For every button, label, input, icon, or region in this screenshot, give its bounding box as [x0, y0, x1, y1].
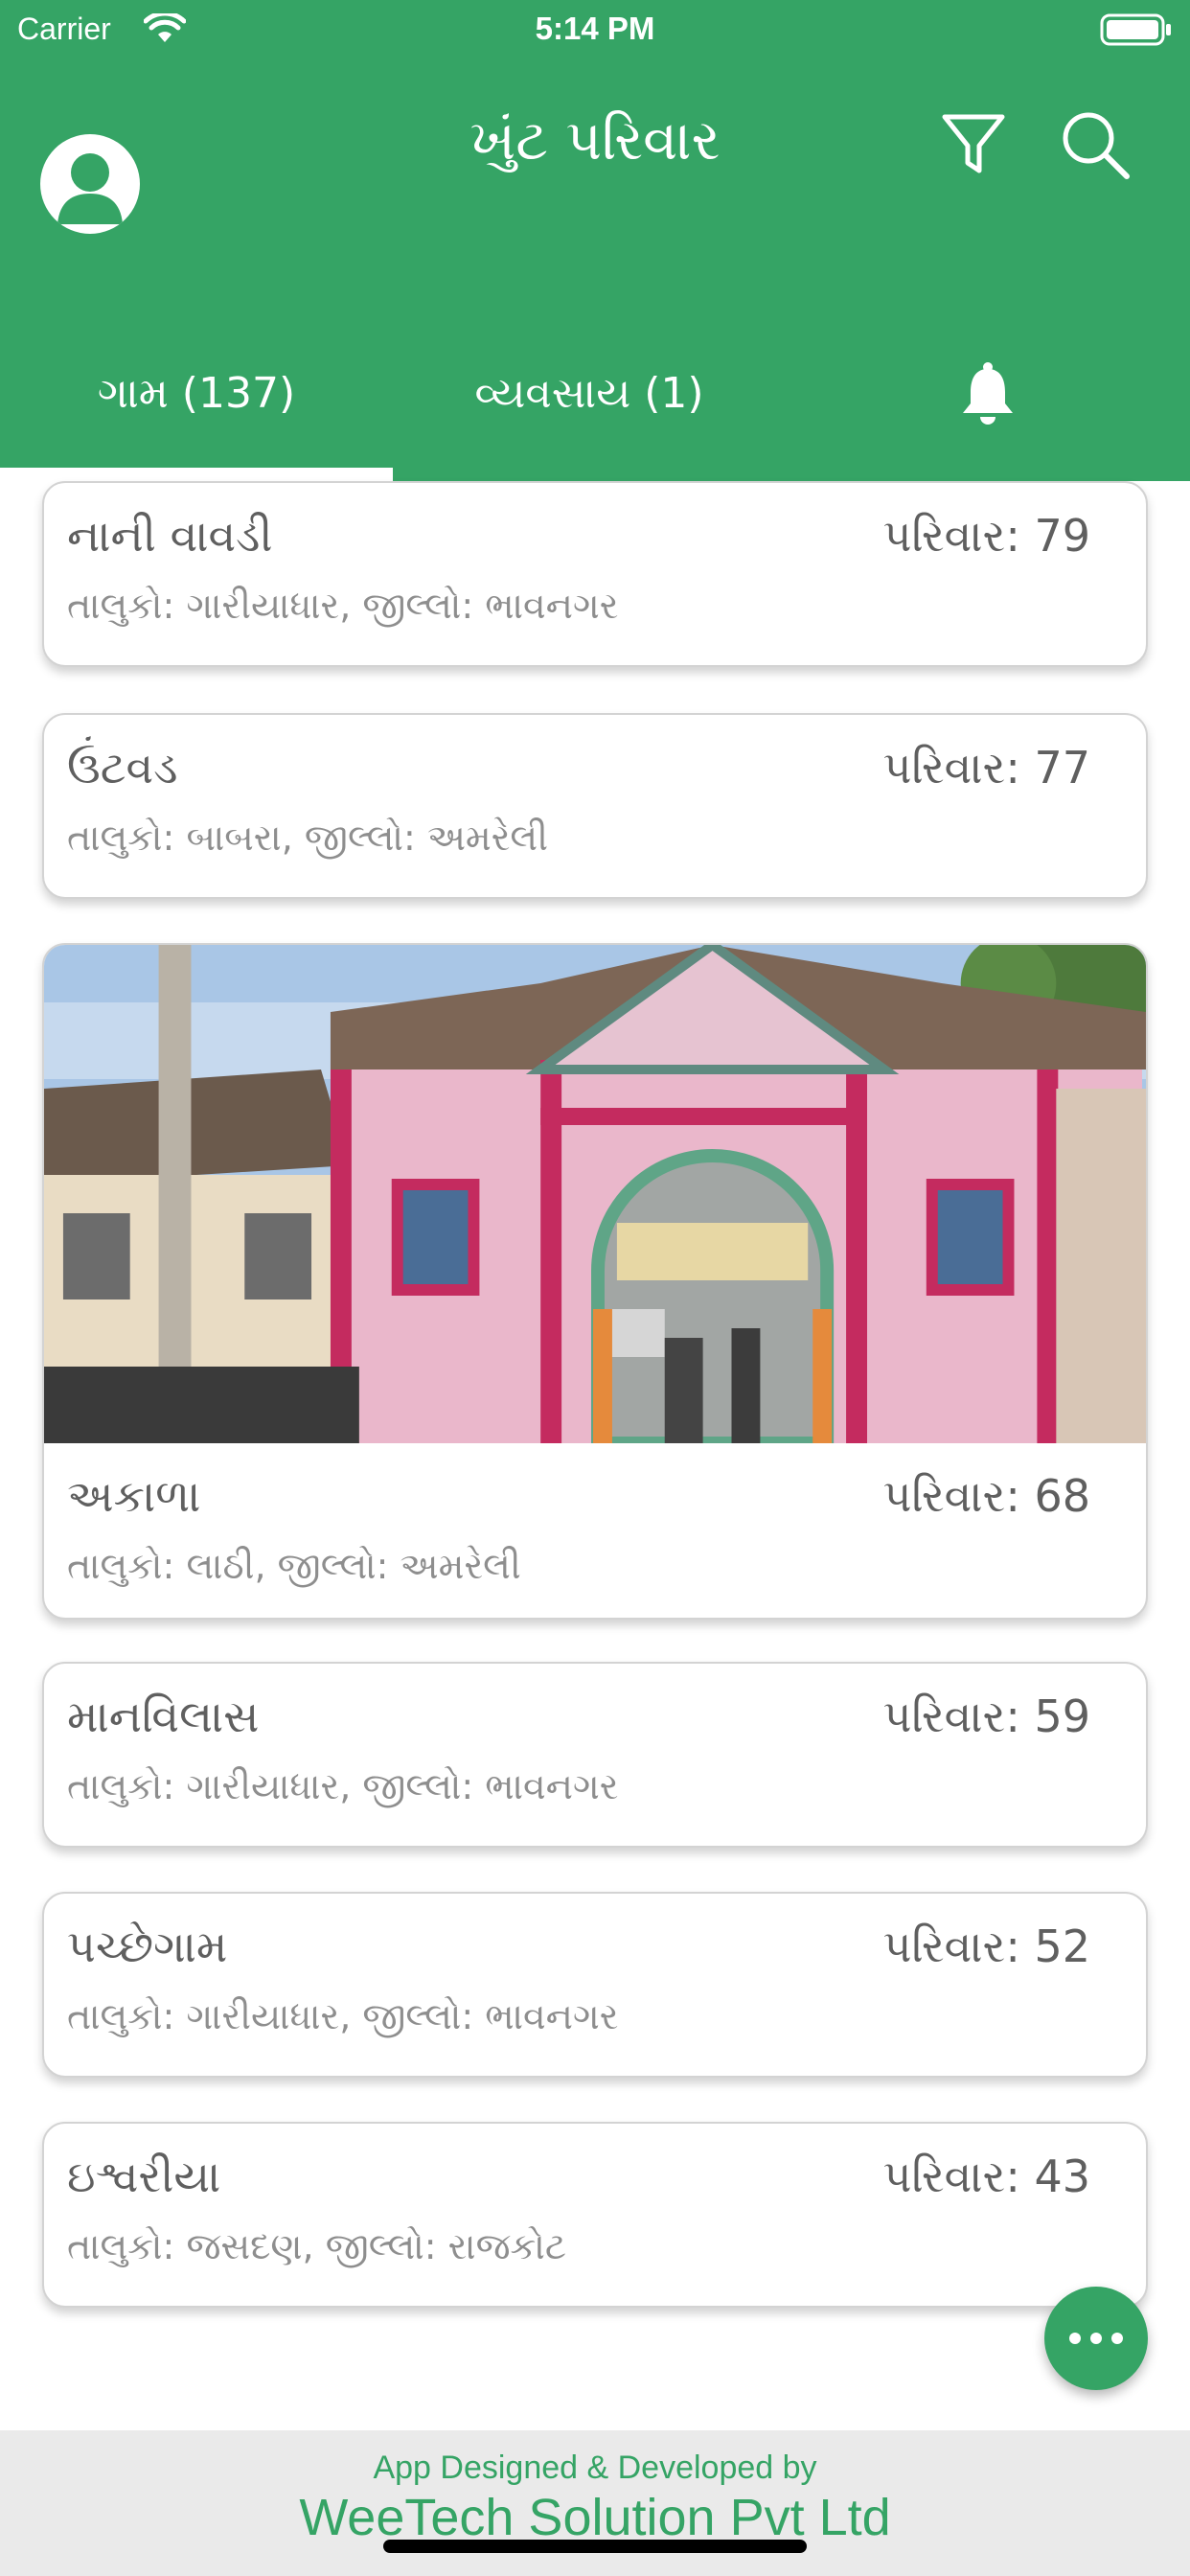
village-location: તાલુકો: ગારીયાધાર, જીલ્લો: ભાવનગર — [67, 1765, 619, 1807]
village-card[interactable]: અકાળા પરિવાર: 68 તાલુકો: લાઠી, જીલ્લો: અ… — [42, 943, 1148, 1620]
village-info: પચ્છેગામ પરિવાર: 52 તાલુકો: ગારીયાધાર, જ… — [44, 1894, 1146, 2076]
village-info: ઇશ્વરીયા પરિવાર: 43 તાલુકો: જસદણ, જીલ્લો… — [44, 2124, 1146, 2306]
village-card[interactable]: માનવિલાસ પરિવાર: 59 તાલુકો: ગારીયાધાર, જ… — [42, 1662, 1148, 1848]
filter-icon[interactable] — [939, 109, 1008, 178]
village-location: તાલુકો: લાઠી, જીલ્લો: અમરેલી — [67, 1545, 521, 1587]
family-count: પરિવાર: 43 — [882, 2150, 1090, 2202]
more-options-button[interactable] — [1044, 2287, 1148, 2390]
tab-villages[interactable]: ગામ (137) — [0, 355, 393, 431]
village-name: માનવિલાસ — [67, 1690, 260, 1742]
family-count: પરિવાર: 52 — [882, 1920, 1090, 1972]
home-indicator — [383, 2540, 807, 2553]
status-time: 5:14 PM — [535, 11, 655, 46]
village-card[interactable]: પચ્છેગામ પરિવાર: 52 તાલુકો: ગારીયાધાર, જ… — [42, 1892, 1148, 2078]
village-info: માનવિલાસ પરિવાર: 59 તાલુકો: ગારીયાધાર, જ… — [44, 1664, 1146, 1846]
village-card[interactable]: નાની વાવડી પરિવાર: 79 તાલુકો: ગારીયાધાર,… — [42, 481, 1148, 667]
village-name: પચ્છેગામ — [67, 1920, 228, 1972]
tab-villages-label: ગામ (137) — [97, 368, 296, 418]
tab-notifications[interactable] — [786, 355, 1190, 431]
village-info: નાની વાવડી પરિવાર: 79 તાલુકો: ગારીયાધાર,… — [44, 483, 1146, 665]
family-count: પરિવાર: 77 — [882, 742, 1090, 794]
village-card[interactable]: ઉંટવડ પરિવાર: 77 તાલુકો: બાબરા, જીલ્લો: … — [42, 713, 1148, 899]
footer-company-name[interactable]: WeeTech Solution Pvt Ltd — [0, 2488, 1190, 2547]
village-name: નાની વાવડી — [67, 510, 273, 562]
bell-icon — [963, 362, 1013, 425]
selected-tab-indicator — [0, 468, 393, 481]
village-name: ઇશ્વરીયા — [67, 2150, 221, 2202]
status-bar: Carrier 5:14 PM — [0, 0, 1190, 59]
family-count: પરિવાર: 59 — [882, 1690, 1090, 1742]
village-card[interactable]: ઇશ્વરીયા પરિવાર: 43 તાલુકો: જસદણ, જીલ્લો… — [42, 2122, 1148, 2308]
village-location: તાલુકો: ગારીયાધાર, જીલ્લો: ભાવનગર — [67, 585, 619, 627]
more-icon — [1069, 2333, 1123, 2344]
tab-business[interactable]: વ્યવસાય (1) — [393, 355, 786, 431]
village-gate-photo — [44, 945, 1146, 1443]
village-name: અકાળા — [67, 1470, 201, 1522]
village-info: ઉંટવડ પરિવાર: 77 તાલુકો: બાબરા, જીલ્લો: … — [44, 715, 1146, 897]
family-count: પરિવાર: 68 — [882, 1470, 1090, 1522]
village-name: ઉંટવડ — [67, 742, 178, 794]
footer-credit-label: App Designed & Developed by — [373, 2450, 817, 2486]
page-title: ખુંટ પરિવાર — [469, 107, 721, 172]
family-count: પરિવાર: 79 — [882, 510, 1090, 562]
developer-footer: App Designed & Developed by WeeTech Solu… — [0, 2430, 1190, 2576]
village-location: તાલુકો: જસદણ, જીલ્લો: રાજકોટ — [67, 2225, 566, 2267]
battery-icon — [1100, 13, 1171, 46]
search-icon[interactable] — [1058, 107, 1131, 180]
village-location: તાલુકો: ગારીયાધાર, જીલ્લો: ભાવનગર — [67, 1995, 619, 2037]
app-header: Carrier 5:14 PM ખુંટ પરિવાર ગામ (137) વ્… — [0, 0, 1190, 481]
tab-business-label: વ્યવસાય (1) — [474, 368, 704, 418]
village-location: તાલુકો: બાબરા, જીલ્લો: અમરેલી — [67, 816, 548, 859]
village-info: અકાળા પરિવાર: 68 તાલુકો: લાઠી, જીલ્લો: અ… — [44, 1443, 1146, 1618]
